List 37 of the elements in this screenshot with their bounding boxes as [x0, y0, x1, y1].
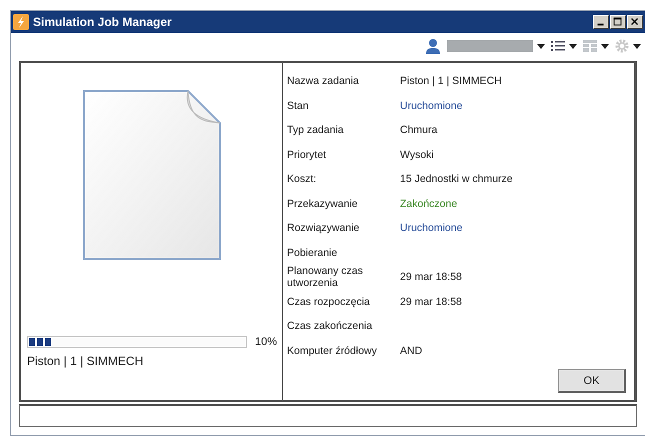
minimize-button[interactable]	[593, 15, 609, 29]
detail-label: Pobieranie	[287, 246, 338, 259]
caret-icon[interactable]	[537, 44, 545, 48]
detail-label: Nazwa zadania	[287, 75, 360, 88]
detail-label: Czas zakończenia	[287, 320, 374, 332]
detail-label: Przekazywanie	[287, 198, 359, 210]
detail-label: Koszt:	[287, 173, 318, 186]
close-button[interactable]	[627, 15, 643, 29]
detail-value: Uruchomione	[400, 100, 464, 112]
detail-label: Komputer źródłowy	[287, 344, 378, 357]
app-icon	[13, 14, 29, 30]
detail-label: Stan	[287, 100, 310, 112]
detail-value: Piston | 1 | SIMMECH	[400, 75, 503, 88]
detail-value: 29 mar 18:58	[400, 271, 463, 284]
user-icon[interactable]	[425, 38, 441, 54]
detail-label: Planowany czas utworzenia	[287, 265, 364, 290]
document-icon	[82, 89, 222, 261]
detail-value: Uruchomione	[400, 222, 464, 234]
caret-icon[interactable]	[569, 44, 577, 48]
detail-label: Rozwiązywanie	[287, 222, 360, 234]
detail-label: Typ zadania	[287, 124, 345, 136]
caret-icon[interactable]	[633, 44, 641, 48]
detail-value: 15 Jednostki w chmurze	[400, 173, 514, 186]
detail-value: Wysoki	[400, 148, 435, 161]
detail-value: Chmura	[400, 124, 438, 136]
ok-button[interactable]: OK	[558, 369, 626, 393]
job-name: Piston | 1 | SIMMECH	[27, 354, 144, 368]
progress-percent: 10%	[254, 336, 277, 348]
caret-icon[interactable]	[601, 44, 609, 48]
window-title: Simulation Job Manager	[33, 15, 173, 29]
detail-label: Czas rozpoczęcia	[287, 296, 371, 308]
detail-value: 29 mar 18:58	[400, 296, 463, 308]
detail-value: Zakończone	[400, 198, 458, 210]
detail-value: AND	[400, 344, 424, 357]
list-icon[interactable]	[551, 40, 565, 52]
maximize-button[interactable]	[610, 15, 626, 29]
detail-label: Priorytet	[287, 148, 328, 161]
